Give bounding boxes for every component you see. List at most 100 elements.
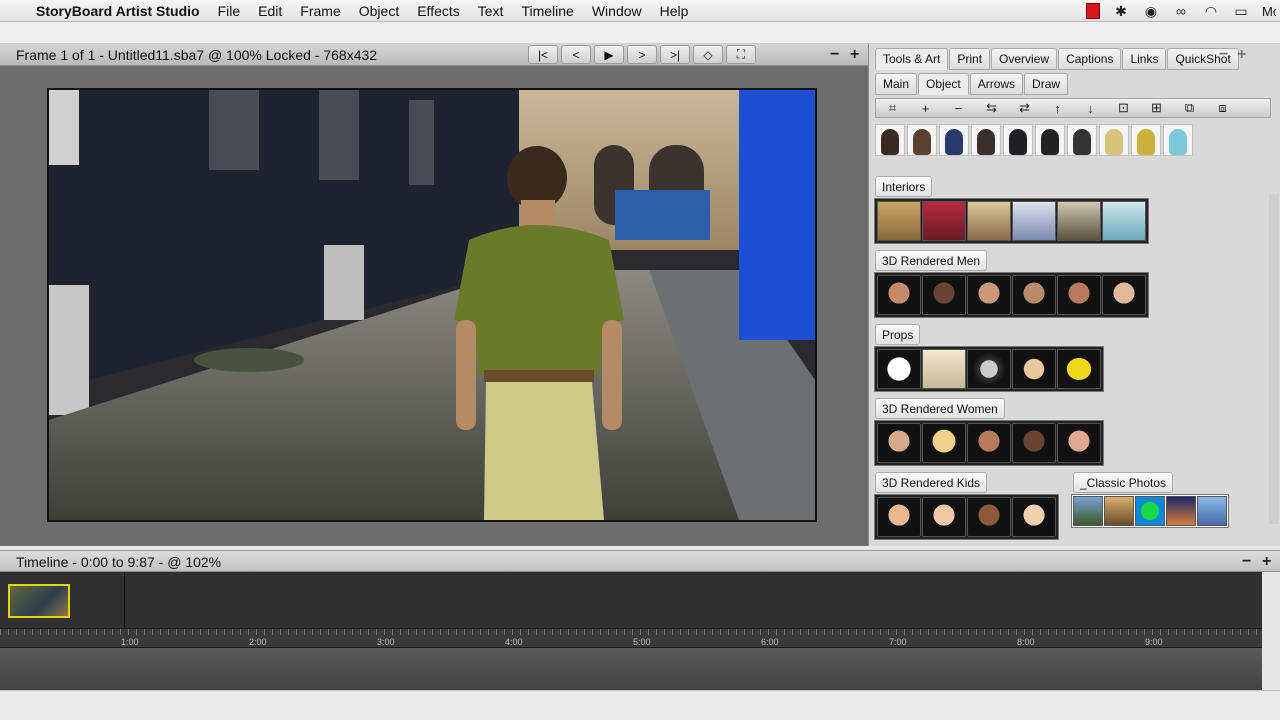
interior-thumb[interactable] — [1102, 201, 1146, 241]
menu-object[interactable]: Object — [359, 3, 399, 19]
remove-icon[interactable]: − — [942, 101, 975, 116]
character-thumb[interactable] — [1163, 124, 1193, 156]
prop-thumb[interactable] — [877, 349, 921, 389]
kid-thumb[interactable] — [967, 497, 1011, 537]
storyboard-frame-image[interactable] — [47, 88, 817, 522]
panel-scrollbar[interactable] — [1269, 194, 1279, 524]
interior-thumb[interactable] — [1057, 201, 1101, 241]
add-icon[interactable]: + — [909, 101, 942, 116]
frame-zoom-in-button[interactable]: + — [850, 46, 859, 64]
section-3d-rendered-women[interactable]: 3D Rendered Women — [875, 398, 1005, 419]
character-thumb[interactable] — [1003, 124, 1033, 156]
menu-text[interactable]: Text — [478, 3, 504, 19]
photo-thumb[interactable] — [1104, 496, 1134, 526]
sync-icon[interactable]: ◉ — [1142, 3, 1160, 20]
menu-edit[interactable]: Edit — [258, 3, 282, 19]
tab-print[interactable]: Print — [949, 48, 991, 70]
menu-file[interactable]: File — [218, 3, 241, 19]
play-button[interactable]: ▶ — [594, 45, 624, 64]
prev-frame-button[interactable]: < — [561, 45, 591, 64]
woman-thumb[interactable] — [1012, 423, 1056, 463]
interior-thumb[interactable] — [1012, 201, 1056, 241]
section-interiors[interactable]: Interiors — [875, 176, 933, 197]
timeline-zoom-out-button[interactable]: − — [1242, 553, 1251, 571]
man-thumb[interactable] — [1057, 275, 1101, 315]
subtab-arrows[interactable]: Arrows — [969, 73, 1024, 95]
man-thumb[interactable] — [1012, 275, 1056, 315]
tab-overview[interactable]: Overview — [991, 48, 1058, 70]
prop-thumb[interactable] — [1012, 349, 1056, 389]
tab-captions[interactable]: Captions — [1058, 48, 1122, 70]
man-thumb[interactable] — [877, 275, 921, 315]
loop-button[interactable]: ◇ — [693, 45, 723, 64]
man-thumb[interactable] — [922, 275, 966, 315]
app-name-menu[interactable]: StoryBoard Artist Studio — [36, 3, 200, 19]
kid-thumb[interactable] — [877, 497, 921, 537]
woman-thumb[interactable] — [877, 423, 921, 463]
record-icon[interactable] — [1086, 3, 1100, 19]
kid-thumb[interactable] — [1012, 497, 1056, 537]
menu-timeline[interactable]: Timeline — [521, 3, 573, 19]
character-thumb[interactable] — [971, 124, 1001, 156]
man-thumb[interactable] — [1102, 275, 1146, 315]
crop-icon[interactable]: ⌗ — [876, 100, 909, 116]
character-thumb[interactable] — [1035, 124, 1065, 156]
timeline-scrollbar[interactable] — [1262, 572, 1280, 690]
timeline-ruler[interactable]: 1:00 2:00 3:00 4:00 5:00 6:00 7:00 8:00 … — [0, 628, 1262, 648]
prop-thumb[interactable] — [967, 349, 1011, 389]
next-frame-button[interactable]: > — [627, 45, 657, 64]
man-thumb[interactable] — [967, 275, 1011, 315]
photo-thumb[interactable] — [1135, 496, 1165, 526]
flip-vertical-icon[interactable]: ⇄ — [1008, 100, 1041, 116]
send-backward-icon[interactable]: ↓ — [1074, 101, 1107, 116]
prop-thumb[interactable] — [922, 349, 966, 389]
photo-thumb[interactable] — [1166, 496, 1196, 526]
interior-thumb[interactable] — [922, 201, 966, 241]
dropbox-icon[interactable]: ✱ — [1112, 3, 1130, 20]
character-thumb[interactable] — [1131, 124, 1161, 156]
first-frame-button[interactable]: |< — [528, 45, 558, 64]
wifi-icon[interactable]: ◠ — [1202, 3, 1220, 20]
menu-frame[interactable]: Frame — [300, 3, 340, 19]
prop-thumb[interactable] — [1057, 349, 1101, 389]
timeline-frame-thumb[interactable] — [8, 584, 70, 618]
subtab-draw[interactable]: Draw — [1024, 73, 1069, 95]
interior-thumb[interactable] — [967, 201, 1011, 241]
creative-cloud-icon[interactable]: ∞ — [1172, 3, 1190, 19]
timeline-zoom-in-button[interactable]: + — [1262, 553, 1271, 571]
panel-plus-button[interactable]: + — [1237, 46, 1246, 64]
duplicate-icon[interactable]: ⧉ — [1173, 100, 1206, 116]
group-icon[interactable]: ⊡ — [1107, 100, 1140, 116]
arrange-icon[interactable]: ⧈ — [1206, 100, 1239, 116]
subtab-main[interactable]: Main — [875, 73, 918, 95]
section-3d-rendered-men[interactable]: 3D Rendered Men — [875, 250, 988, 271]
character-thumb[interactable] — [1099, 124, 1129, 156]
woman-thumb[interactable] — [1057, 423, 1101, 463]
ungroup-icon[interactable]: ⊞ — [1140, 100, 1173, 116]
character-thumb[interactable] — [1067, 124, 1097, 156]
fullscreen-button[interactable]: ⛶ — [726, 45, 756, 64]
character-thumb[interactable] — [875, 124, 905, 156]
photo-thumb[interactable] — [1073, 496, 1103, 526]
subtab-object[interactable]: Object — [918, 73, 969, 95]
menu-effects[interactable]: Effects — [417, 3, 460, 19]
woman-thumb[interactable] — [922, 423, 966, 463]
menu-window[interactable]: Window — [592, 3, 642, 19]
tab-tools-art[interactable]: Tools & Art — [875, 48, 949, 70]
menu-help[interactable]: Help — [660, 3, 689, 19]
character-thumb[interactable] — [939, 124, 969, 156]
frame-zoom-out-button[interactable]: − — [830, 46, 839, 64]
battery-icon[interactable]: ▭ — [1232, 3, 1250, 20]
interior-thumb[interactable] — [877, 201, 921, 241]
woman-thumb[interactable] — [967, 423, 1011, 463]
flip-horizontal-icon[interactable]: ⇆ — [975, 100, 1008, 116]
section-props[interactable]: Props — [875, 324, 921, 345]
section-classic-photos[interactable]: _Classic Photos — [1073, 472, 1174, 493]
panel-minus-button[interactable]: − — [1219, 46, 1228, 64]
section-3d-rendered-kids[interactable]: 3D Rendered Kids — [875, 472, 988, 493]
bring-forward-icon[interactable]: ↑ — [1041, 101, 1074, 116]
kid-thumb[interactable] — [922, 497, 966, 537]
photo-thumb[interactable] — [1197, 496, 1227, 526]
character-thumb[interactable] — [907, 124, 937, 156]
timeline-track[interactable] — [0, 648, 1262, 690]
